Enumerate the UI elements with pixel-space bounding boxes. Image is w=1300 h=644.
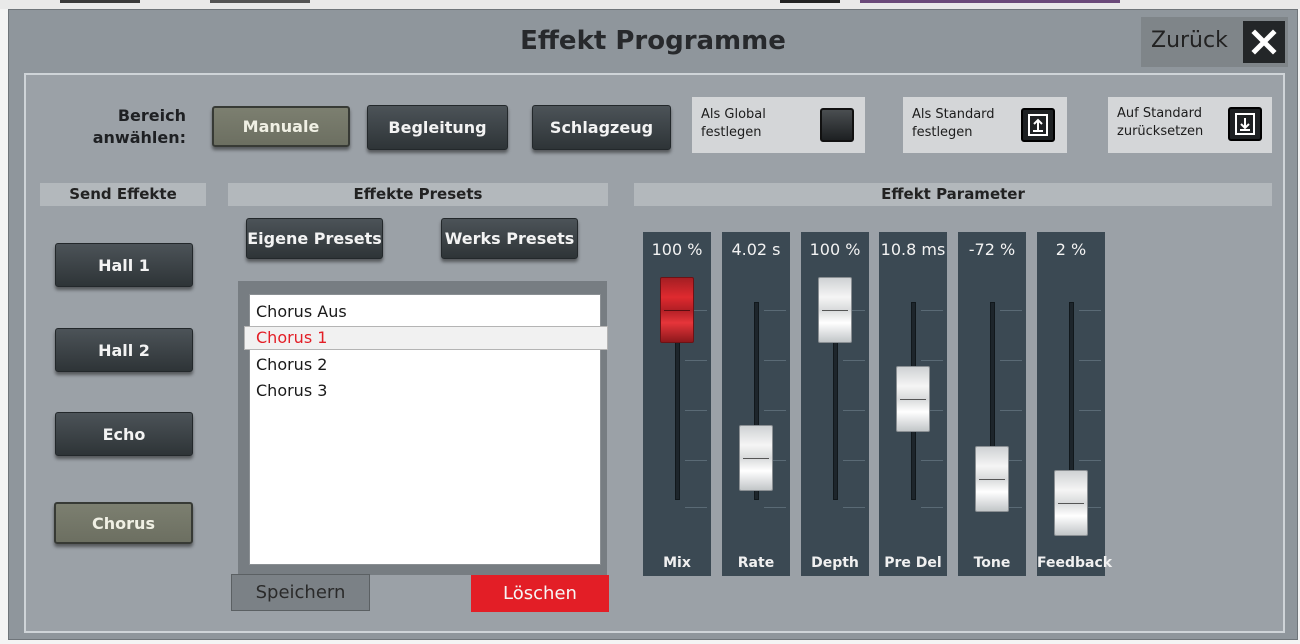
area-button-schlagzeug[interactable]: Schlagzeug (532, 105, 671, 150)
presets-header: Effekte Presets (228, 183, 608, 206)
fader-knob-rate[interactable] (739, 425, 773, 491)
fader-tick (685, 507, 707, 508)
fader-value: 2 % (1055, 240, 1087, 259)
preset-list-frame: Chorus Aus Chorus 1 Chorus 2 Chorus 3 (238, 281, 608, 575)
fader-knob-depth[interactable] (818, 277, 852, 343)
set-standard-line1: Als Standard (912, 107, 995, 122)
fader-tick (1000, 410, 1022, 411)
save-button[interactable]: Speichern (231, 574, 370, 611)
reset-standard-line1: Auf Standard (1117, 106, 1202, 121)
fader-tick (685, 360, 707, 361)
fader-feedback[interactable]: 2 % Feedback (1037, 232, 1113, 576)
send-effect-echo[interactable]: Echo (55, 412, 193, 456)
fader-tick (843, 360, 865, 361)
fader-tick (1000, 360, 1022, 361)
fader-value: 4.02 s (731, 240, 781, 259)
close-icon[interactable] (1243, 21, 1285, 63)
fader-tick (764, 360, 786, 361)
fader-value: 10.8 ms (880, 240, 946, 259)
restore-download-icon[interactable] (1228, 107, 1262, 141)
area-label-line1: Bereich (117, 106, 186, 125)
fader-label: Feedback (1037, 555, 1113, 571)
fader-value: -72 % (968, 240, 1016, 259)
fader-tick (1079, 310, 1101, 311)
effect-programs-dialog: Effekt Programme Zurück Bereich anwählen… (8, 9, 1298, 640)
set-global-label: Als Global festlegen (701, 106, 766, 142)
fader-knob-feedback[interactable] (1054, 470, 1088, 536)
fader-knob-tone[interactable] (975, 446, 1009, 512)
fader-knob-pre-del[interactable] (896, 366, 930, 432)
set-standard-label: Als Standard festlegen (912, 106, 995, 142)
reset-standard-option[interactable]: Auf Standard zurücksetzen (1108, 97, 1272, 153)
back-button-label: Zurück (1151, 28, 1228, 53)
set-global-line1: Als Global (701, 107, 766, 122)
send-effect-hall-2[interactable]: Hall 2 (55, 328, 193, 372)
fader-knob-mix[interactable] (660, 277, 694, 343)
fader-label: Pre Del (884, 555, 942, 571)
preset-item-chorus-3[interactable]: Chorus 3 (256, 378, 327, 404)
fader-depth[interactable]: 100 % Depth (801, 232, 869, 576)
set-global-option[interactable]: Als Global festlegen (692, 97, 865, 153)
preset-item-chorus-2[interactable]: Chorus 2 (256, 352, 327, 378)
fader-tick (685, 410, 707, 411)
fader-tick (921, 460, 943, 461)
fader-tick (921, 507, 943, 508)
fader-tick (764, 410, 786, 411)
fader-label: Mix (663, 555, 691, 571)
send-effect-chorus[interactable]: Chorus (54, 502, 193, 544)
fader-tick (843, 507, 865, 508)
fader-tick (921, 360, 943, 361)
delete-button[interactable]: Löschen (471, 575, 609, 612)
fader-tick (1079, 360, 1101, 361)
fader-tone[interactable]: -72 % Tone (958, 232, 1026, 576)
own-presets-button[interactable]: Eigene Presets (246, 218, 383, 259)
set-global-line2: festlegen (701, 125, 762, 140)
fader-rate[interactable]: 4.02 s Rate (722, 232, 790, 576)
fader-tick (764, 507, 786, 508)
fader-tick (1079, 410, 1101, 411)
area-label-line2: anwählen: (92, 128, 186, 147)
preset-list[interactable]: Chorus Aus Chorus 1 Chorus 2 Chorus 3 (244, 294, 608, 565)
reset-standard-label: Auf Standard zurücksetzen (1117, 105, 1203, 141)
set-standard-option[interactable]: Als Standard festlegen (903, 97, 1067, 153)
fader-tick (1000, 310, 1022, 311)
toggle-square-icon[interactable] (820, 108, 854, 142)
fader-pre-del[interactable]: 10.8 ms Pre Del (879, 232, 947, 576)
fader-tick (685, 460, 707, 461)
fader-tick (843, 460, 865, 461)
set-standard-line2: festlegen (912, 125, 973, 140)
parameters-header: Effekt Parameter (634, 183, 1272, 206)
dialog-title: Effekt Programme (520, 26, 786, 56)
fader-tick (843, 410, 865, 411)
reset-standard-line2: zurücksetzen (1117, 124, 1204, 139)
back-button[interactable]: Zurück (1141, 17, 1288, 67)
preset-item-chorus-aus[interactable]: Chorus Aus (256, 299, 347, 325)
fader-label: Tone (973, 555, 1011, 571)
save-upload-icon[interactable] (1021, 108, 1055, 142)
factory-presets-button[interactable]: Werks Presets (441, 218, 578, 259)
effects-panel: Bereich anwählen: Manuale Begleitung Sch… (24, 73, 1285, 633)
fader-tick (921, 310, 943, 311)
area-button-manuale[interactable]: Manuale (212, 106, 350, 147)
fader-label: Depth (811, 555, 859, 571)
send-effects-header: Send Effekte (40, 183, 206, 206)
area-select-label: Bereich anwählen: (66, 105, 186, 149)
fader-tick (764, 310, 786, 311)
send-effect-hall-1[interactable]: Hall 1 (55, 243, 193, 287)
background-app-strip (0, 0, 1300, 9)
preset-item-chorus-1[interactable]: Chorus 1 (256, 325, 327, 351)
area-button-begleitung[interactable]: Begleitung (367, 105, 508, 150)
fader-value: 100 % (651, 240, 703, 259)
fader-label: Rate (737, 555, 775, 571)
fader-value: 100 % (809, 240, 861, 259)
fader-tick (1079, 460, 1101, 461)
fader-mix[interactable]: 100 % Mix (643, 232, 711, 576)
